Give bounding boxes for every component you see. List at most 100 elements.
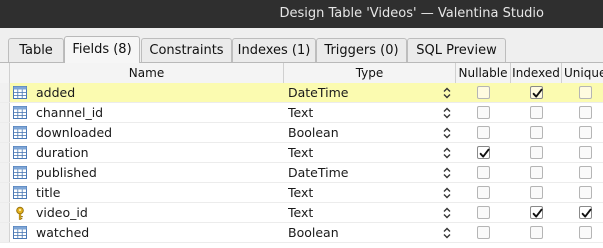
unique-checkbox[interactable]	[579, 146, 592, 159]
unique-checkbox[interactable]	[579, 226, 592, 239]
tab-sql-preview-label: SQL Preview	[416, 43, 497, 58]
checkmark-icon	[479, 148, 490, 158]
row-header[interactable]	[0, 163, 10, 183]
field-type[interactable]: DateTime	[288, 83, 438, 103]
row-header[interactable]	[0, 203, 10, 223]
grid-header: Name Type Nullable Indexed Unique	[0, 63, 603, 84]
row-header[interactable]	[0, 183, 10, 203]
type-dropdown-icon[interactable]	[442, 127, 452, 139]
unique-checkbox[interactable]	[579, 186, 592, 199]
row-header[interactable]	[0, 103, 10, 123]
field-type[interactable]: Text	[288, 183, 438, 203]
tab-fields[interactable]: Fields (8)	[64, 36, 140, 63]
row-header[interactable]	[0, 143, 10, 163]
row-header[interactable]	[0, 223, 10, 243]
tab-bar: Table Fields (8) Constraints Indexes (1)…	[0, 28, 603, 63]
row-separator	[0, 242, 603, 243]
tab-fields-label: Fields (8)	[72, 42, 132, 57]
field-row[interactable]: duration Text	[0, 143, 603, 163]
field-type[interactable]: Text	[288, 203, 438, 223]
key-icon	[13, 206, 27, 220]
type-dropdown-icon[interactable]	[442, 147, 452, 159]
tab-triggers[interactable]: Triggers (0)	[316, 38, 407, 62]
indexed-checkbox[interactable]	[530, 206, 543, 219]
type-dropdown-icon[interactable]	[442, 87, 452, 99]
nullable-checkbox[interactable]	[477, 186, 490, 199]
nullable-checkbox[interactable]	[477, 206, 490, 219]
tab-indexes-label: Indexes (1)	[237, 43, 311, 58]
tab-table-label: Table	[19, 43, 53, 58]
header-row-corner	[0, 63, 10, 83]
field-name[interactable]: video_id	[36, 203, 282, 223]
unique-checkbox[interactable]	[579, 106, 592, 119]
indexed-checkbox[interactable]	[530, 186, 543, 199]
table-field-icon	[13, 166, 27, 179]
fields-grid: Name Type Nullable Indexed Unique added D…	[0, 63, 603, 248]
nullable-checkbox[interactable]	[477, 106, 490, 119]
tab-constraints-label: Constraints	[149, 43, 224, 58]
field-type[interactable]: Text	[288, 103, 438, 123]
unique-checkbox[interactable]	[579, 166, 592, 179]
nullable-checkbox[interactable]	[477, 146, 490, 159]
tab-triggers-label: Triggers (0)	[324, 43, 399, 58]
field-name[interactable]: title	[36, 183, 282, 203]
field-type[interactable]: DateTime	[288, 163, 438, 183]
field-name[interactable]: published	[36, 163, 282, 183]
header-unique[interactable]: Unique	[562, 63, 603, 83]
table-field-icon	[13, 186, 27, 199]
field-row[interactable]: channel_id Text	[0, 103, 603, 123]
field-row[interactable]: downloaded Boolean	[0, 123, 603, 143]
header-name[interactable]: Name	[10, 63, 284, 83]
nullable-checkbox[interactable]	[477, 126, 490, 139]
nullable-checkbox[interactable]	[477, 166, 490, 179]
unique-checkbox[interactable]	[579, 206, 592, 219]
indexed-checkbox[interactable]	[530, 86, 543, 99]
field-row[interactable]: published DateTime	[0, 163, 603, 183]
field-type[interactable]: Boolean	[288, 223, 438, 243]
type-dropdown-icon[interactable]	[442, 107, 452, 119]
nullable-checkbox[interactable]	[477, 226, 490, 239]
field-type[interactable]: Boolean	[288, 123, 438, 143]
header-type[interactable]: Type	[284, 63, 456, 83]
unique-checkbox[interactable]	[579, 126, 592, 139]
field-row[interactable]: video_id Text	[0, 203, 603, 223]
field-row[interactable]: watched Boolean	[0, 223, 603, 243]
field-row[interactable]: title Text	[0, 183, 603, 203]
type-dropdown-icon[interactable]	[442, 167, 452, 179]
tab-table[interactable]: Table	[8, 38, 64, 62]
table-field-icon	[13, 126, 27, 139]
indexed-checkbox[interactable]	[530, 106, 543, 119]
indexed-checkbox[interactable]	[530, 126, 543, 139]
window-titlebar: Design Table 'Videos' — Valentina Studio	[0, 0, 603, 28]
field-name[interactable]: added	[36, 83, 282, 103]
field-type[interactable]: Text	[288, 143, 438, 163]
header-nullable[interactable]: Nullable	[456, 63, 511, 83]
table-field-icon	[13, 226, 27, 239]
nullable-checkbox[interactable]	[477, 86, 490, 99]
window-title: Design Table 'Videos' — Valentina Studio	[279, 6, 544, 21]
field-name[interactable]: channel_id	[36, 103, 282, 123]
row-header[interactable]	[0, 123, 10, 143]
table-field-icon	[13, 86, 27, 99]
unique-checkbox[interactable]	[579, 86, 592, 99]
row-header[interactable]	[0, 83, 10, 103]
indexed-checkbox[interactable]	[530, 146, 543, 159]
header-indexed[interactable]: Indexed	[511, 63, 562, 83]
field-name[interactable]: downloaded	[36, 123, 282, 143]
tab-indexes[interactable]: Indexes (1)	[232, 38, 316, 62]
indexed-checkbox[interactable]	[530, 166, 543, 179]
checkmark-icon	[532, 88, 543, 98]
field-name[interactable]: watched	[36, 223, 282, 243]
type-dropdown-icon[interactable]	[442, 187, 452, 199]
checkmark-icon	[581, 208, 592, 218]
field-row[interactable]: added DateTime	[0, 83, 603, 103]
checkmark-icon	[532, 208, 543, 218]
indexed-checkbox[interactable]	[530, 226, 543, 239]
tab-constraints[interactable]: Constraints	[141, 38, 232, 62]
type-dropdown-icon[interactable]	[442, 227, 452, 239]
type-dropdown-icon[interactable]	[442, 207, 452, 219]
table-field-icon	[13, 106, 27, 119]
table-field-icon	[13, 146, 27, 159]
field-name[interactable]: duration	[36, 143, 282, 163]
tab-sql-preview[interactable]: SQL Preview	[407, 38, 506, 62]
